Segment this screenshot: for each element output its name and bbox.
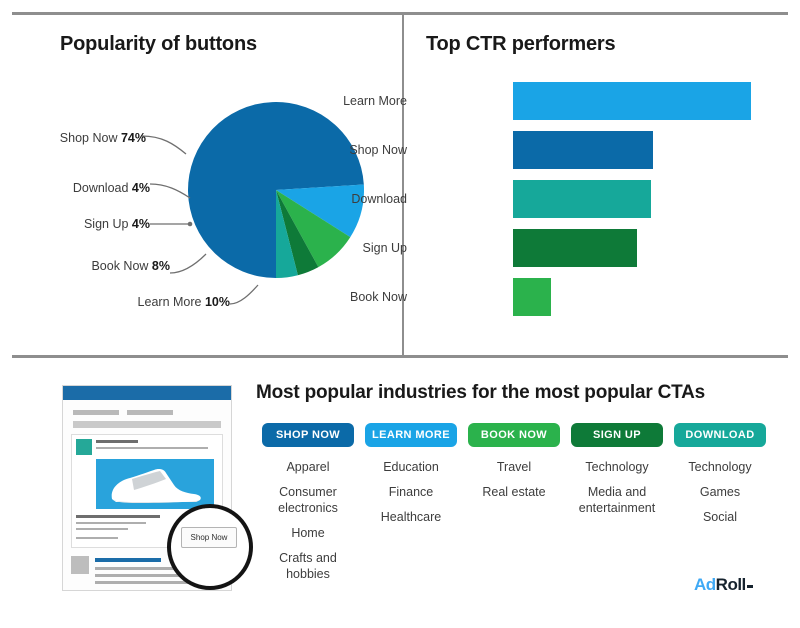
mockup-footer-name xyxy=(95,558,161,562)
cta-column-sign-up: SIGN UP Technology Media and entertainment xyxy=(565,423,669,525)
industry-list-download: Technology Games Social xyxy=(668,459,772,525)
cta-column-learn-more: LEARN MORE Education Finance Healthcare xyxy=(359,423,463,534)
logo-ad-text: Ad xyxy=(694,575,716,594)
pie-label-shop-now-name: Shop Now xyxy=(59,131,118,145)
bar-label-sign-up: Sign Up xyxy=(362,241,407,255)
pie-chart xyxy=(188,102,364,278)
pie-label-download: Download 4% xyxy=(0,181,150,195)
mockup-footer-avatar xyxy=(71,556,89,574)
pie-value-learn-more: 10% xyxy=(204,295,230,309)
bar-label-book-now: Book Now xyxy=(350,290,407,304)
cta-column-book-now: BOOK NOW Travel Real estate xyxy=(462,423,566,509)
industry-item: Technology xyxy=(585,460,649,475)
industry-item: Games xyxy=(699,485,741,500)
mockup-ad-subline xyxy=(76,522,146,524)
adroll-logo: AdRoll xyxy=(694,575,753,595)
cta-pill-shop-now[interactable]: SHOP NOW xyxy=(262,423,354,448)
bar-label-shop-now: Shop Now xyxy=(349,143,407,157)
divider-middle xyxy=(12,355,788,358)
mockup-searchbar-placeholder xyxy=(73,421,221,428)
pie-label-learn-more: Learn More 10% xyxy=(0,295,230,309)
mockup-ad-headline xyxy=(76,515,160,518)
mockup-ad-image xyxy=(96,459,214,509)
bottom-section-title: Most popular industries for the most pop… xyxy=(256,382,706,403)
pie-value-sign-up: 4% xyxy=(131,217,150,231)
mockup-ad-meta xyxy=(76,537,118,539)
pie-panel-title: Popularity of buttons xyxy=(60,33,257,55)
mockup-nav-placeholder-1 xyxy=(73,410,119,415)
industry-item: Crafts and hobbies xyxy=(279,551,337,582)
industry-item: Media and entertainment xyxy=(578,485,656,516)
pie-label-download-name: Download xyxy=(72,181,129,195)
industry-list-shop-now: Apparel Consumer electronics Home Crafts an… xyxy=(256,459,360,582)
pie-label-book-now-name: Book Now xyxy=(91,259,149,273)
bar-learn-more xyxy=(513,82,751,120)
bar-panel-title: Top CTR performers xyxy=(426,33,616,55)
industry-item: Travel xyxy=(496,460,532,475)
logo-roll-text: Roll xyxy=(715,575,747,594)
pie-label-sign-up: Sign Up 4% xyxy=(0,217,150,231)
mockup-header-bar xyxy=(63,386,231,400)
bar-shop-now xyxy=(513,131,654,169)
mockup-footer-line-3 xyxy=(95,581,191,584)
industry-item: Technology xyxy=(688,460,752,475)
pie-chart-svg xyxy=(188,102,364,278)
industry-list-learn-more: Education Finance Healthcare xyxy=(359,459,463,525)
industry-item: Finance xyxy=(388,485,434,500)
industry-list-sign-up: Technology Media and entertainment xyxy=(565,459,669,516)
pie-label-book-now: Book Now 8% xyxy=(0,259,170,273)
mockup-tagline xyxy=(96,447,208,449)
bar-sign-up xyxy=(513,229,637,267)
industry-item: Home xyxy=(291,526,325,541)
mockup-shop-now-button[interactable]: Shop Now xyxy=(181,527,237,548)
bar-download xyxy=(513,180,652,218)
mockup-brand-name xyxy=(96,440,138,443)
cta-column-download: DOWNLOAD Technology Games Social xyxy=(668,423,772,534)
bar-label-download: Download xyxy=(351,192,407,206)
pie-value-book-now: 8% xyxy=(151,259,170,273)
industry-item: Healthcare xyxy=(380,510,442,525)
industry-list-book-now: Travel Real estate xyxy=(462,459,566,500)
infographic-canvas: Popularity of buttons Shop Now 74% Downl… xyxy=(0,0,800,628)
industry-item: Real estate xyxy=(482,485,546,500)
shoe-illustration xyxy=(111,469,201,503)
industry-item: Consumer electronics xyxy=(278,485,338,516)
bar-book-now xyxy=(513,278,552,316)
pie-label-shop-now: Shop Now 74% xyxy=(0,131,146,145)
industry-item: Social xyxy=(702,510,738,525)
pie-label-learn-more-name: Learn More xyxy=(137,295,202,309)
logo-tail-mark xyxy=(746,585,753,588)
mockup-ad-url xyxy=(76,528,128,530)
bar-label-learn-more: Learn More xyxy=(343,94,407,108)
pie-label-sign-up-name: Sign Up xyxy=(83,217,129,231)
mockup-nav-placeholder-2 xyxy=(127,410,173,415)
cta-pill-download[interactable]: DOWNLOAD xyxy=(674,423,766,448)
cta-column-shop-now: SHOP NOW Apparel Consumer electronics Home C… xyxy=(256,423,360,591)
divider-top xyxy=(12,12,788,15)
cta-pill-book-now[interactable]: BOOK NOW xyxy=(468,423,560,448)
pie-value-download: 4% xyxy=(131,181,150,195)
pie-value-shop-now: 74% xyxy=(120,131,146,145)
industry-item: Education xyxy=(383,460,439,475)
industry-item: Apparel xyxy=(286,460,330,475)
cta-pill-learn-more[interactable]: LEARN MORE xyxy=(365,423,457,448)
cta-pill-sign-up[interactable]: SIGN UP xyxy=(571,423,663,448)
mockup-brand-avatar xyxy=(76,439,92,455)
pie-leader-learn-more xyxy=(229,284,259,305)
